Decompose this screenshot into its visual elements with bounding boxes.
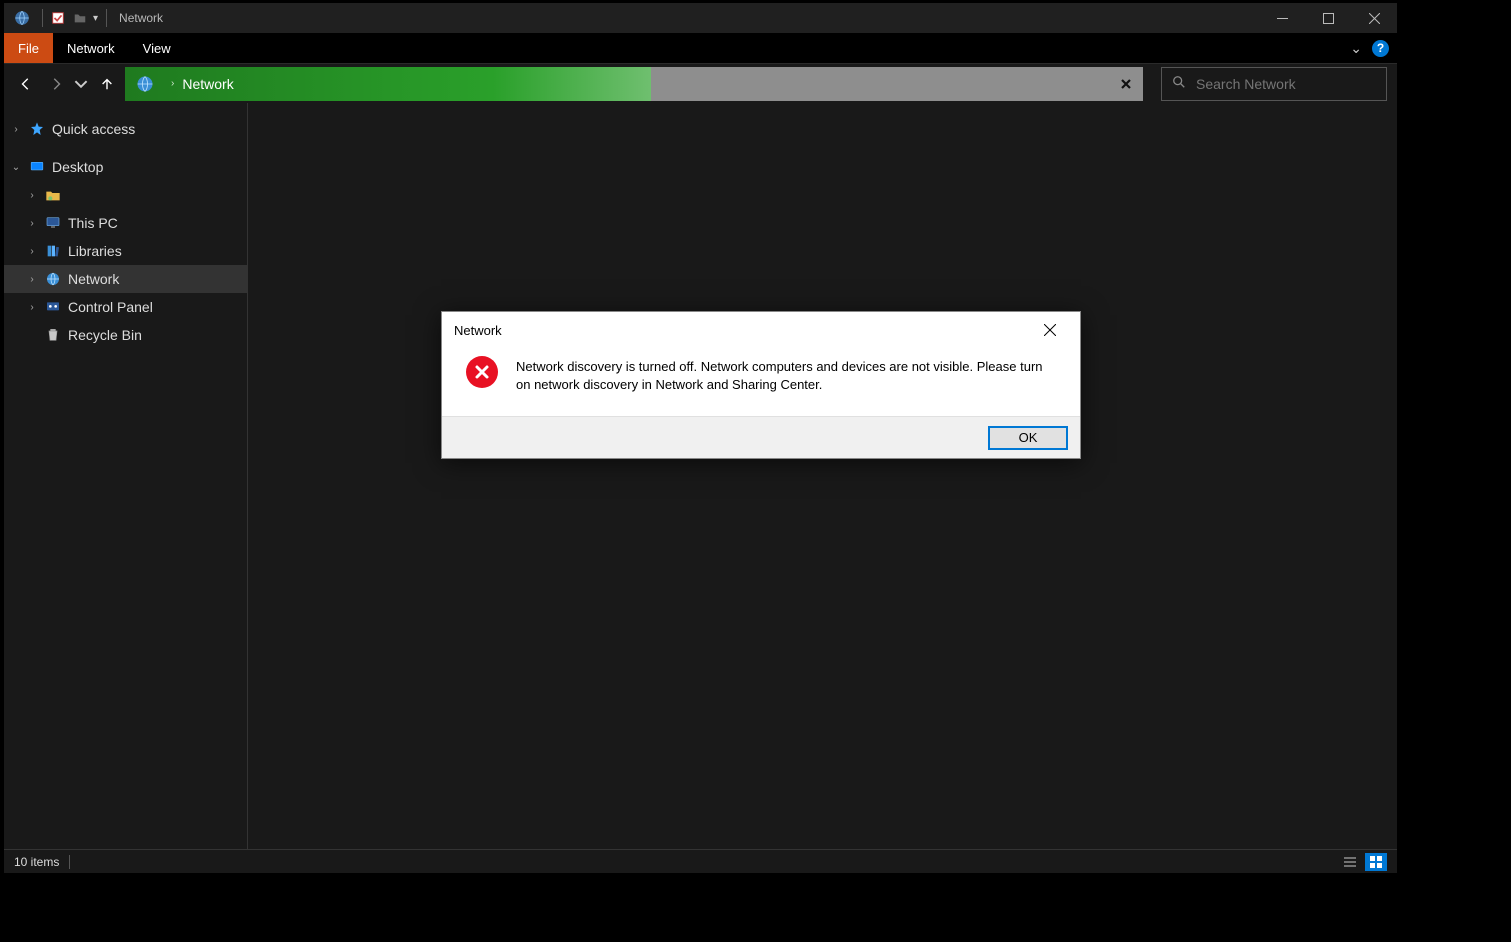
tree-user-folder[interactable]: ›	[4, 181, 247, 209]
forward-button[interactable]	[44, 68, 68, 100]
tree-label: Quick access	[52, 121, 135, 137]
file-explorer-window: ▾ Network File Network View ⌄ ? ›	[4, 3, 1397, 873]
desktop-icon	[28, 158, 46, 176]
ribbon-file-tab[interactable]: File	[4, 33, 53, 63]
status-item-count: 10 items	[14, 855, 59, 869]
chevron-down-icon[interactable]: ⌄	[10, 162, 22, 173]
ok-button[interactable]: OK	[988, 426, 1068, 450]
tree-network[interactable]: › Network	[4, 265, 247, 293]
help-icon[interactable]: ?	[1372, 40, 1389, 57]
status-bar: 10 items	[4, 849, 1397, 873]
address-bar-progress: › Network	[125, 67, 651, 101]
chevron-right-icon[interactable]: ›	[26, 246, 38, 257]
search-input[interactable]	[1196, 76, 1377, 92]
ribbon-tab-view[interactable]: View	[129, 33, 185, 63]
window-title: Network	[119, 11, 163, 25]
network-location-icon	[135, 74, 155, 94]
chevron-right-icon[interactable]: ›	[26, 190, 38, 201]
title-bar[interactable]: ▾ Network	[4, 3, 1397, 33]
chevron-right-icon[interactable]: ›	[26, 218, 38, 229]
tree-label: Recycle Bin	[68, 327, 142, 343]
tree-label: Network	[68, 271, 119, 287]
dialog-title: Network	[454, 323, 502, 338]
dialog-close-button[interactable]	[1032, 312, 1068, 348]
tree-label: Libraries	[68, 243, 122, 259]
error-icon	[466, 356, 498, 388]
chevron-right-icon[interactable]: ›	[26, 302, 38, 313]
tree-libraries[interactable]: › Libraries	[4, 237, 247, 265]
this-pc-icon	[44, 214, 62, 232]
qat-properties-button[interactable]	[47, 7, 69, 29]
tree-control-panel[interactable]: › Control Panel	[4, 293, 247, 321]
error-dialog: Network Network discovery is turned off.…	[441, 311, 1081, 459]
tree-recycle-bin[interactable]: › Recycle Bin	[4, 321, 247, 349]
content-pane[interactable]	[248, 103, 1397, 849]
refresh-button[interactable]	[1109, 67, 1143, 101]
address-bar[interactable]: › Network	[125, 67, 1143, 101]
chevron-right-icon: ›	[171, 78, 174, 89]
search-box[interactable]	[1161, 67, 1387, 101]
star-icon	[28, 120, 46, 138]
view-details-button[interactable]	[1339, 853, 1361, 871]
ribbon-tab-network[interactable]: Network	[53, 33, 129, 63]
network-icon	[44, 270, 62, 288]
breadcrumb-network[interactable]: Network	[182, 76, 233, 92]
back-button[interactable]	[14, 68, 38, 100]
history-dropdown[interactable]	[73, 68, 89, 100]
minimize-button[interactable]	[1259, 3, 1305, 33]
chevron-right-icon[interactable]: ›	[10, 124, 22, 135]
qat-customize-icon[interactable]: ▾	[93, 13, 98, 24]
tree-desktop[interactable]: ⌄ Desktop	[4, 153, 247, 181]
tree-quick-access[interactable]: › Quick access	[4, 115, 247, 143]
ribbon-expand-icon[interactable]: ⌄	[1350, 40, 1362, 57]
navigation-pane[interactable]: › Quick access ⌄ Desktop ›	[4, 103, 248, 849]
system-menu-icon[interactable]	[12, 8, 32, 28]
view-large-icons-button[interactable]	[1365, 853, 1387, 871]
close-button[interactable]	[1351, 3, 1397, 33]
up-button[interactable]	[95, 68, 119, 100]
qat-new-folder-button[interactable]	[69, 7, 91, 29]
tree-label: This PC	[68, 215, 118, 231]
user-folder-icon	[44, 186, 62, 204]
libraries-icon	[44, 242, 62, 260]
tree-label: Control Panel	[68, 299, 153, 315]
ribbon-tab-strip: File Network View ⌄ ?	[4, 33, 1397, 63]
maximize-button[interactable]	[1305, 3, 1351, 33]
search-icon	[1172, 75, 1186, 92]
dialog-message: Network discovery is turned off. Network…	[516, 356, 1056, 394]
tree-this-pc[interactable]: › This PC	[4, 209, 247, 237]
control-panel-icon	[44, 298, 62, 316]
tree-label: Desktop	[52, 159, 103, 175]
chevron-right-icon[interactable]: ›	[26, 274, 38, 285]
recycle-bin-icon	[44, 326, 62, 344]
navigation-bar: › Network	[4, 63, 1397, 103]
